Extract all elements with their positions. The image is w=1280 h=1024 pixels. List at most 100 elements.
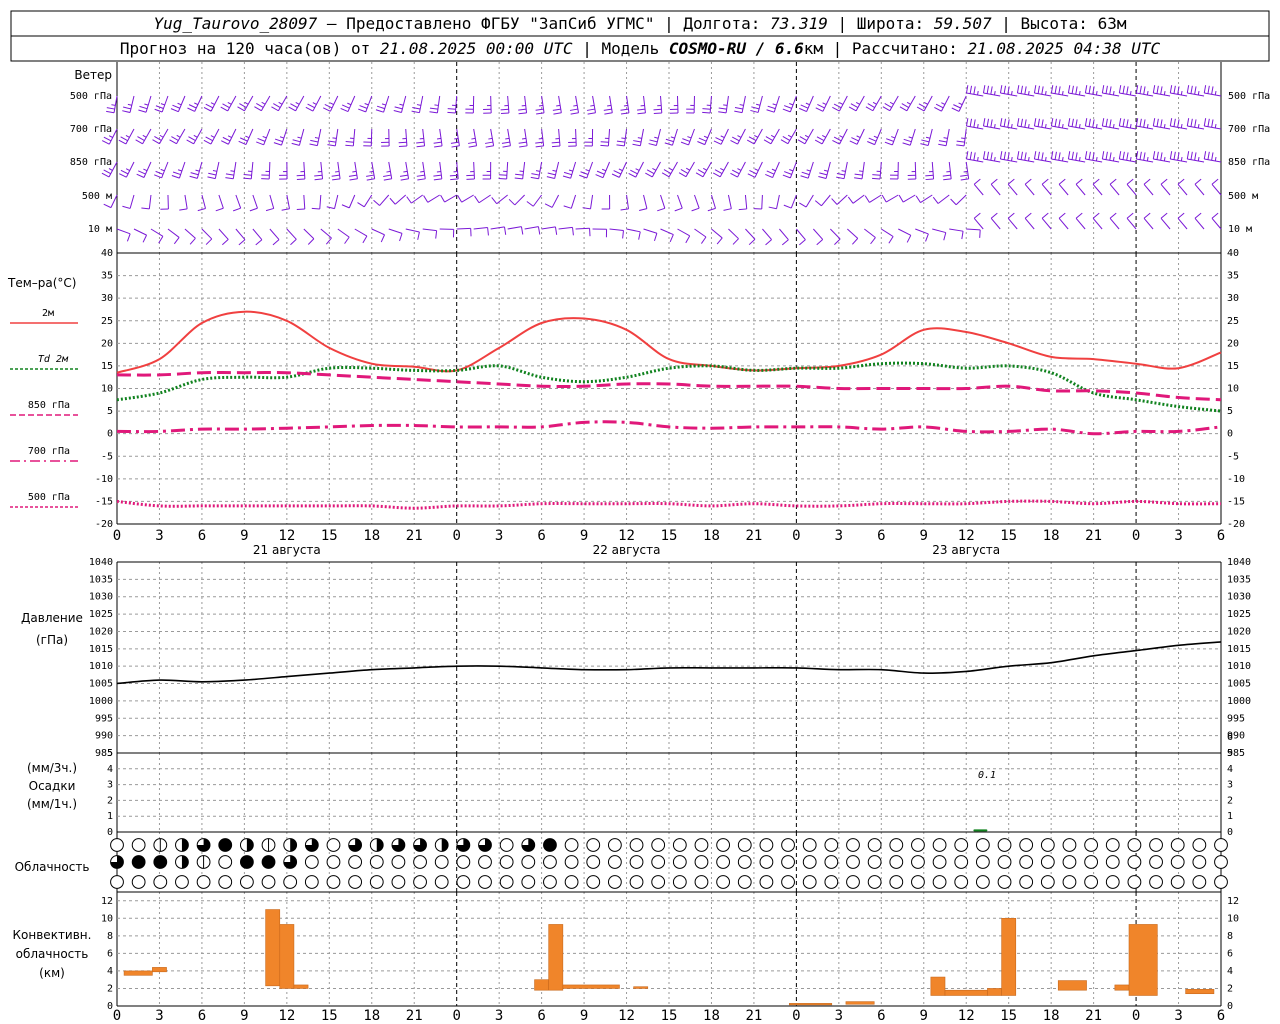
wind-barb-flag bbox=[986, 85, 990, 94]
cloud-cell bbox=[1214, 855, 1228, 869]
wind-barb-flag bbox=[451, 145, 460, 148]
wind-barb-shaft bbox=[869, 194, 882, 203]
wind-barb-flag bbox=[1024, 178, 1032, 185]
cloud-cell bbox=[543, 838, 557, 852]
wind-barb-shaft bbox=[694, 194, 700, 209]
wind-barb-shaft bbox=[676, 95, 679, 114]
wind-barb-half bbox=[552, 169, 557, 172]
wind-barb bbox=[416, 128, 426, 148]
wind-barb bbox=[1118, 85, 1137, 97]
wind-barb-shaft bbox=[371, 228, 385, 236]
wind-barb bbox=[982, 151, 1001, 163]
wind-barb-flag bbox=[1143, 152, 1146, 161]
wind-barb bbox=[620, 194, 629, 211]
press-tick-right: 1015 bbox=[1227, 644, 1251, 655]
conv-bar bbox=[944, 989, 988, 996]
wind-barb-flag bbox=[188, 104, 197, 109]
wind-barb-flag bbox=[600, 144, 609, 147]
wind-barb-shaft bbox=[201, 194, 206, 209]
wind-barb bbox=[508, 194, 525, 206]
wind-barb-flag bbox=[1156, 151, 1159, 160]
cloud-circle bbox=[802, 838, 817, 852]
wind-barb-flag bbox=[305, 106, 314, 112]
cloud-circle bbox=[196, 875, 211, 889]
wind-barb-flag bbox=[1075, 178, 1083, 185]
wind-barb-shaft bbox=[454, 95, 458, 113]
wind-barb-flag bbox=[716, 237, 723, 245]
wind-barb bbox=[907, 161, 917, 180]
wind-barb-shaft bbox=[411, 194, 424, 204]
wind-barb bbox=[702, 95, 712, 114]
wind-barb-flag bbox=[340, 107, 349, 113]
cloud-cell bbox=[304, 855, 319, 869]
wind-barb-flag bbox=[1126, 178, 1134, 185]
wind-barb-half bbox=[739, 104, 744, 106]
wind-barb-shaft bbox=[250, 161, 254, 179]
wind-barb bbox=[207, 161, 220, 180]
wind-barb-flag bbox=[341, 204, 350, 209]
wind-barb-shaft bbox=[1136, 125, 1154, 130]
cloud-cell bbox=[283, 855, 298, 869]
temp-xtick: 18 bbox=[1043, 528, 1060, 544]
wind-barb-flag bbox=[902, 142, 911, 146]
wind-barb-half bbox=[787, 134, 792, 138]
wind-barb-shaft bbox=[973, 217, 984, 230]
wind-barb bbox=[535, 95, 545, 115]
wind-barb-flag bbox=[139, 105, 148, 110]
wind-barb-flag bbox=[170, 108, 179, 113]
conv-xtick: 6 bbox=[198, 1008, 206, 1024]
wind-barb-flag bbox=[1109, 212, 1117, 219]
cloud-circle bbox=[954, 875, 969, 889]
wind-barb bbox=[814, 128, 831, 145]
wind-barb bbox=[383, 161, 393, 181]
wind-barb-flag bbox=[138, 170, 146, 175]
wind-barb bbox=[558, 226, 574, 236]
precip-unit-top: (мм/3ч.) bbox=[27, 761, 77, 775]
wind-barb bbox=[305, 95, 322, 112]
wind-barb-shaft bbox=[1068, 125, 1086, 130]
cloud-cell bbox=[413, 838, 427, 852]
wind-barb bbox=[915, 228, 929, 242]
wind-barb-shaft bbox=[319, 194, 322, 209]
wind-barb-flag bbox=[732, 238, 739, 245]
temp-series-line bbox=[116, 499, 1222, 510]
wind-barb-flag bbox=[1041, 178, 1049, 185]
wind-barb-flag bbox=[906, 235, 912, 243]
cloud-circle bbox=[1214, 838, 1228, 852]
wind-barb-half bbox=[210, 102, 215, 105]
wind-barb-flag bbox=[1101, 118, 1105, 127]
cloud-cell bbox=[694, 838, 709, 852]
wind-barb-flag bbox=[620, 112, 630, 115]
wind-barb bbox=[184, 228, 196, 245]
wind-barb-shaft bbox=[538, 161, 543, 179]
wind-barb bbox=[466, 161, 475, 180]
wind-barb bbox=[467, 128, 478, 148]
wind-barb-flag bbox=[951, 107, 960, 112]
wind-barb-half bbox=[822, 102, 827, 106]
cloud-circle bbox=[607, 875, 622, 889]
wind-barb-flag bbox=[780, 139, 789, 145]
wind-barb-flag bbox=[886, 138, 894, 142]
wind-barb bbox=[309, 128, 322, 147]
wind-barb-flag bbox=[1211, 119, 1214, 128]
wind-barb-flag bbox=[973, 178, 981, 185]
wind-barb bbox=[358, 95, 373, 113]
wind-barb-shaft bbox=[741, 95, 746, 113]
wind-barb-half bbox=[923, 102, 928, 105]
wind-barb-flag bbox=[487, 227, 489, 236]
wind-barb bbox=[881, 228, 894, 244]
wind-barb-flag bbox=[1084, 85, 1088, 94]
wind-barb-shaft bbox=[269, 194, 275, 209]
wind-barb bbox=[639, 194, 648, 212]
wind-barb-half bbox=[652, 167, 657, 171]
wind-barb-half bbox=[369, 170, 374, 173]
wind-barb-flag bbox=[1152, 118, 1156, 127]
wind-barb bbox=[225, 161, 237, 180]
wind-barb-flag bbox=[1139, 118, 1142, 127]
conv-bar bbox=[123, 970, 153, 976]
wind-barb-flag bbox=[281, 208, 290, 211]
wind-barb-flag bbox=[569, 108, 578, 111]
wind-barb-shaft bbox=[694, 228, 707, 238]
wind-barb-flag bbox=[765, 136, 774, 141]
wind-barb bbox=[783, 194, 797, 209]
